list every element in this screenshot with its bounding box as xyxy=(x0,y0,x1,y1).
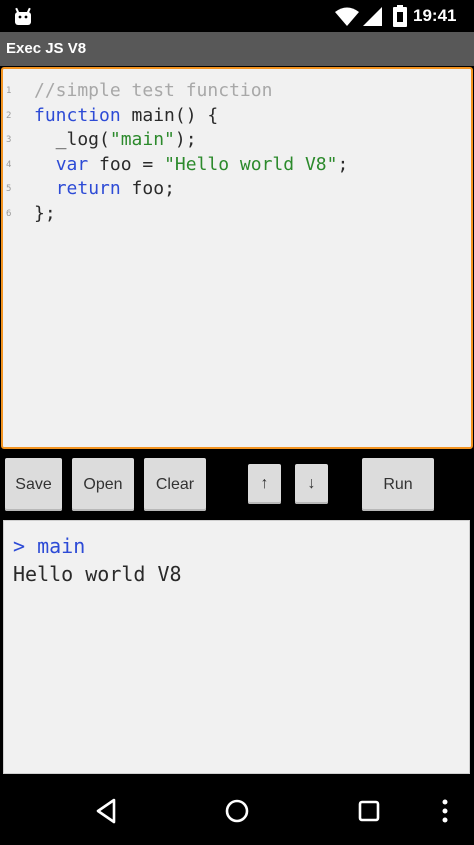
code-token: "Hello world V8" xyxy=(164,153,338,175)
clear-button[interactable]: Clear xyxy=(144,458,206,511)
code-token: ; xyxy=(337,153,349,175)
code-token: }; xyxy=(34,202,56,224)
code-editor[interactable]: 1 //simple test function 2 function main() … xyxy=(1,67,473,449)
line-number: 6 xyxy=(6,208,12,219)
code-token: "main" xyxy=(109,129,175,150)
code-token: function xyxy=(34,104,121,126)
code-token: foo; xyxy=(120,178,175,199)
back-icon[interactable] xyxy=(88,796,124,826)
code-token: foo = xyxy=(88,153,165,175)
code-token: _log( xyxy=(34,129,110,150)
line-number: 4 xyxy=(6,159,12,170)
code-text: return foo; xyxy=(34,177,175,201)
wifi-icon xyxy=(335,7,359,26)
android-icon xyxy=(15,7,31,25)
code-token: return xyxy=(55,178,121,199)
code-text: //simple test function xyxy=(34,79,272,103)
history-up-button[interactable]: ↑ xyxy=(248,464,281,504)
code-text: }; xyxy=(34,202,56,226)
code-token: ); xyxy=(174,129,197,150)
home-icon[interactable] xyxy=(219,796,255,826)
status-clock: 19:41 xyxy=(413,6,457,25)
toolbar: Save Open Clear ↑ ↓ Run xyxy=(0,452,474,518)
run-button[interactable]: Run xyxy=(362,458,434,511)
open-button[interactable]: Open xyxy=(72,458,134,511)
console-prompt-line: > main xyxy=(13,534,86,558)
line-number: 2 xyxy=(6,110,12,121)
recents-icon[interactable] xyxy=(351,796,387,826)
line-number: 5 xyxy=(6,184,12,194)
history-down-button[interactable]: ↓ xyxy=(295,464,328,504)
save-button[interactable]: Save xyxy=(5,458,62,511)
console-output[interactable]: > main Hello world V8 xyxy=(3,520,470,774)
status-bar: 19:41 xyxy=(0,0,474,32)
code-text: var foo = "Hello world V8"; xyxy=(34,153,349,177)
code-token: var xyxy=(55,153,89,175)
signal-icon xyxy=(363,7,382,26)
battery-icon xyxy=(393,5,407,27)
code-token: //simple test function xyxy=(34,80,273,101)
code-token: main() { xyxy=(120,104,219,126)
overflow-menu-icon[interactable] xyxy=(430,796,460,826)
navigation-bar xyxy=(0,776,474,845)
app-title: Exec JS V8 xyxy=(6,40,87,57)
code-text: _log("main"); xyxy=(34,128,197,152)
line-number: 1 xyxy=(6,86,12,96)
code-text: function main() { xyxy=(34,104,218,128)
line-number: 3 xyxy=(6,135,12,145)
app-title-bar: Exec JS V8 xyxy=(0,32,474,66)
console-result-line: Hello world V8 xyxy=(13,562,182,586)
